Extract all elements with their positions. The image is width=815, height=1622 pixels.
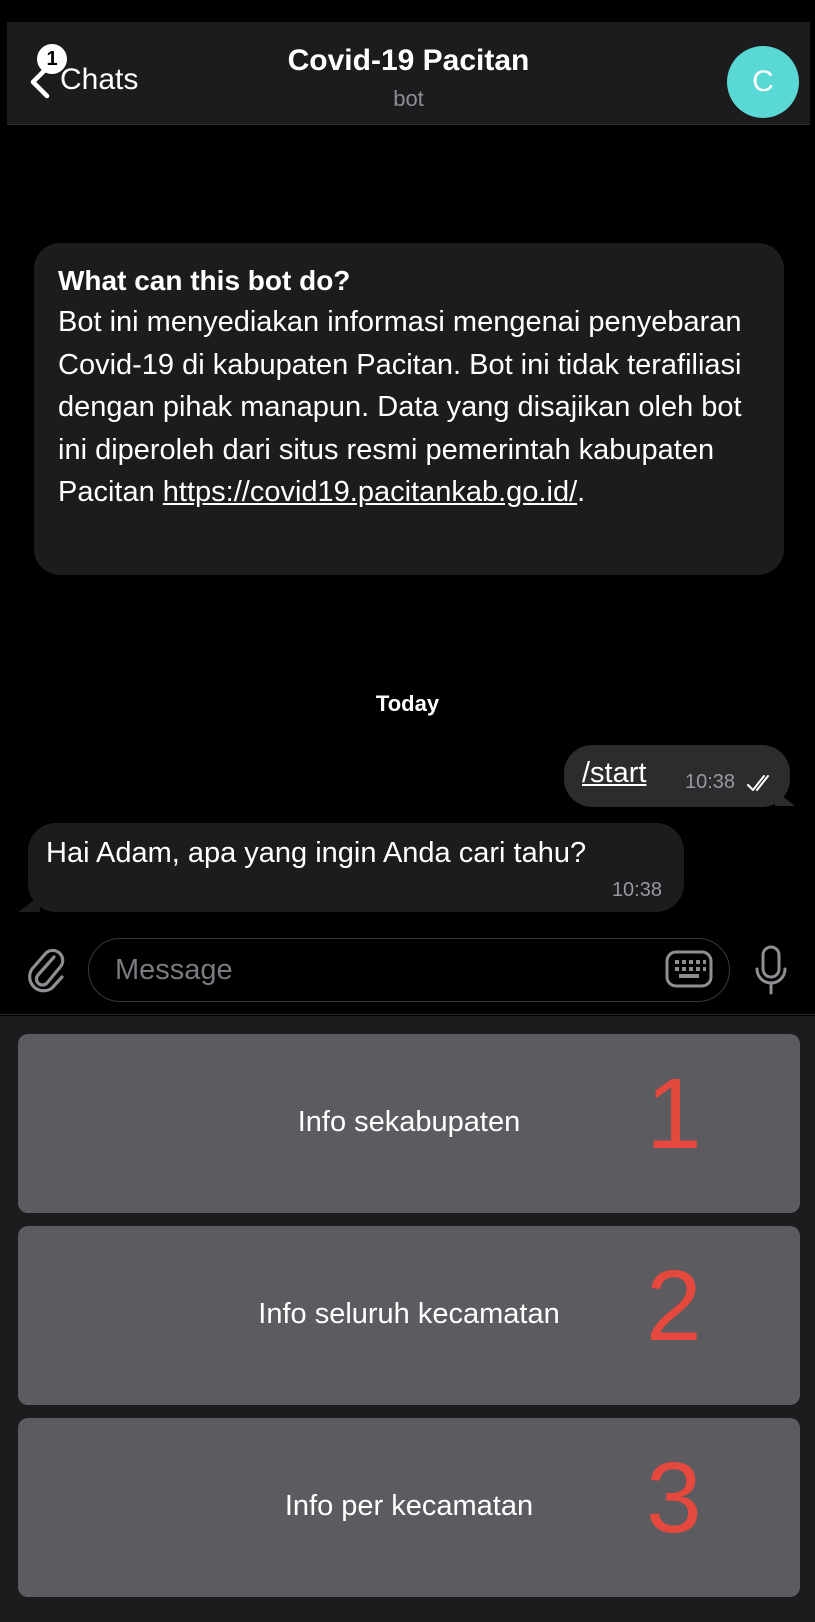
chat-title[interactable]: Covid-19 Pacitan	[7, 44, 810, 78]
intro-heading: What can this bot do?	[58, 265, 351, 296]
intro-after-link: .	[577, 476, 586, 508]
annotation-number: 2	[646, 1250, 702, 1362]
double-check-icon	[747, 775, 769, 791]
message-time: 10:38	[685, 771, 736, 793]
avatar[interactable]: C	[727, 46, 799, 118]
bot-intro-card: What can this bot do? Bot ini menyediaka…	[34, 243, 784, 575]
intro-link[interactable]: https://covid19.pacitankab.go.id/	[163, 476, 577, 508]
microphone-icon[interactable]	[754, 945, 788, 997]
annotation-number: 3	[646, 1442, 702, 1554]
keyboard-button-info-seluruh-kecamatan[interactable]: Info seluruh kecamatan 2	[18, 1226, 800, 1405]
annotation-number: 1	[646, 1058, 702, 1170]
keyboard-button-info-sekabupaten[interactable]: Info sekabupaten 1	[18, 1034, 800, 1213]
date-separator: Today	[375, 691, 440, 716]
chat-header: 1 Chats Covid-19 Pacitan bot C	[7, 22, 810, 125]
status-bar	[0, 0, 815, 22]
message-text: Hai Adam, apa yang ingin Anda cari tahu?	[46, 837, 587, 869]
message-text[interactable]: /start	[582, 757, 646, 790]
outgoing-message[interactable]: /start 10:38	[564, 745, 790, 807]
keyboard-button-info-per-kecamatan[interactable]: Info per kecamatan 3	[18, 1418, 800, 1597]
intro-body: Bot ini menyediakan informasi mengenai p…	[58, 301, 760, 514]
incoming-message[interactable]: Hai Adam, apa yang ingin Anda cari tahu?…	[28, 823, 684, 912]
bot-keyboard-icon[interactable]	[665, 949, 713, 989]
message-time: 10:38	[611, 879, 662, 901]
chat-subtitle: bot	[393, 86, 424, 111]
bot-reply-keyboard: Info sekabupaten 1 Info seluruh kecamata…	[0, 1016, 815, 1622]
paperclip-icon[interactable]	[24, 943, 68, 993]
composer-bar	[0, 925, 815, 1015]
message-input[interactable]	[88, 938, 730, 1002]
